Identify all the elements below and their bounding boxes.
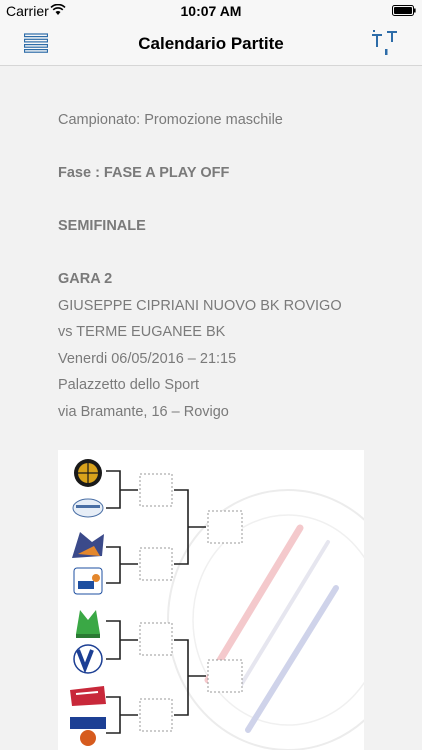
brand-logo-icon[interactable]: [370, 29, 400, 57]
game-label: GARA 2: [58, 271, 113, 287]
clock: 10:07 AM: [180, 3, 242, 19]
team-logo-7: [70, 686, 106, 706]
team-logo-3: [72, 532, 104, 558]
playoff-bracket-image: [58, 450, 364, 750]
bracket-drawing: [70, 459, 364, 750]
match-datetime: Venerdi 06/05/2016 – 21:15: [58, 351, 237, 367]
round-label: SEMIFINALE: [58, 218, 146, 234]
championship-label: Campionato: Promozione maschile: [58, 112, 283, 128]
navigation-bar: Calendario Partite: [0, 22, 422, 66]
away-team: vs TERME EUGANEE BK: [58, 324, 226, 340]
home-team: GIUSEPPE CIPRIANI NUOVO BK ROVIGO: [58, 298, 342, 314]
venue-address: via Bramante, 16 – Rovigo: [58, 404, 229, 420]
status-bar: Carrier 10:07 AM: [0, 0, 422, 22]
battery-icon: [392, 5, 416, 16]
phase-label: Fase : FASE A PLAY OFF: [58, 165, 230, 181]
team-logo-4: [73, 567, 103, 595]
page-title: Calendario Partite: [138, 34, 284, 53]
venue: Palazzetto dello Sport: [58, 377, 200, 393]
team-logo-8: [70, 717, 106, 746]
team-logo-5: [76, 610, 100, 638]
team-logo-2: [72, 498, 104, 518]
team-logo-6: [73, 644, 103, 674]
team-logo-1: [74, 459, 102, 487]
